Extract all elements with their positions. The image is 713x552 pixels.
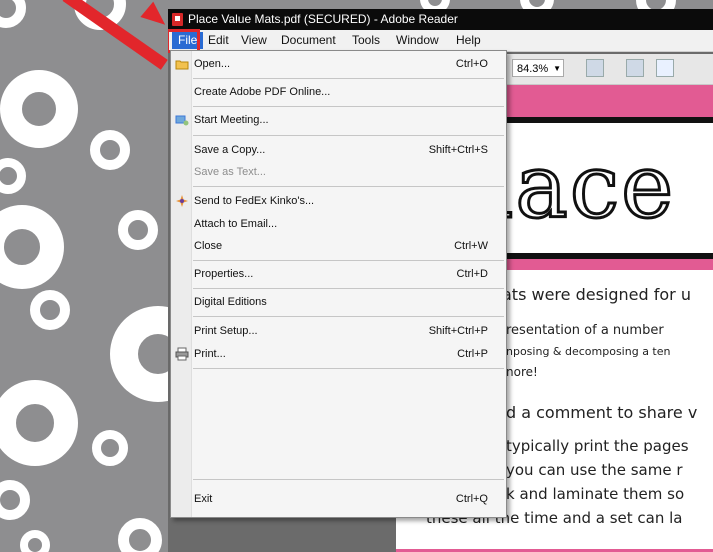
doc-line: nore! [506, 365, 538, 379]
fit-page-button[interactable] [656, 59, 674, 77]
menu-item-save-as-text: Save as Text... [171, 161, 506, 183]
menu-item-print[interactable]: Print... Ctrl+P [171, 343, 506, 365]
background-ring [20, 530, 50, 552]
menu-separator [193, 106, 504, 107]
menu-item-digital-editions[interactable]: Digital Editions [171, 291, 506, 313]
menu-item-label: Close [194, 240, 223, 252]
background-ring [90, 130, 130, 170]
menu-item-shortcut: Shift+Ctrl+P [428, 325, 488, 337]
doc-line: you can use the same r [506, 461, 683, 479]
menu-item-label: Exit [194, 493, 213, 505]
rotate-button[interactable] [586, 59, 604, 77]
menu-item-close[interactable]: Close Ctrl+W [171, 235, 506, 257]
title-bar: Place Value Mats.pdf (SECURED) - Adobe R… [168, 9, 713, 30]
doc-line: k and laminate them so [506, 485, 685, 503]
menu-item-shortcut: Ctrl+P [457, 348, 488, 360]
menu-edit[interactable]: Edit [202, 32, 235, 49]
menu-item-label: Save as Text... [194, 166, 266, 178]
menu-separator [193, 288, 504, 289]
zoom-select[interactable]: 84.3% ▼ [512, 59, 564, 77]
meeting-icon [175, 113, 189, 127]
menu-item-label: Send to FedEx Kinko's... [194, 195, 315, 207]
menu-window[interactable]: Window [390, 32, 445, 49]
menu-item-create-pdf-online[interactable]: Create Adobe PDF Online... [171, 81, 506, 103]
menu-separator [193, 479, 504, 480]
menu-view[interactable]: View [235, 32, 273, 49]
fedex-icon [175, 194, 189, 208]
printer-icon [175, 347, 189, 361]
menu-item-label: Print... [194, 348, 226, 360]
doc-line: resentation of a number [506, 323, 664, 338]
menu-separator [193, 316, 504, 317]
menu-item-properties[interactable]: Properties... Ctrl+D [171, 263, 506, 285]
menu-item-start-meeting[interactable]: Start Meeting... [171, 109, 506, 131]
menu-item-exit[interactable]: Exit Ctrl+Q [171, 488, 506, 510]
menu-document[interactable]: Document [275, 32, 342, 49]
menu-item-print-setup[interactable]: Print Setup... Shift+Ctrl+P [171, 320, 506, 342]
folder-icon [175, 57, 189, 71]
menu-item-shortcut: Ctrl+O [455, 58, 488, 70]
menu-item-shortcut: Ctrl+W [454, 240, 488, 252]
menu-item-label: Print Setup... [194, 325, 258, 337]
menu-separator [193, 260, 504, 261]
adobe-reader-icon [172, 13, 183, 26]
menu-bar: File Edit View Document Tools Window Hel… [168, 29, 713, 53]
menu-item-save-copy[interactable]: Save a Copy... Shift+Ctrl+S [171, 139, 506, 161]
doc-line: d a comment to share v [506, 403, 698, 422]
menu-item-shortcut: Shift+Ctrl+S [428, 144, 488, 156]
menu-separator [193, 186, 504, 187]
doc-line: nposing & decomposing a ten [506, 345, 671, 358]
doc-line: ats were designed for u [502, 285, 691, 304]
background-ring [0, 158, 26, 194]
toolbar: 84.3% ▼ [498, 54, 713, 85]
background-ring [118, 518, 162, 552]
menu-tools[interactable]: Tools [346, 32, 386, 49]
menu-item-label: Create Adobe PDF Online... [194, 86, 331, 98]
doc-line: typically print the pages [506, 437, 689, 455]
menu-item-attach-email[interactable]: Attach to Email... [171, 213, 506, 235]
menu-separator [193, 78, 504, 79]
menu-help[interactable]: Help [450, 32, 487, 49]
menu-item-label: Digital Editions [194, 296, 267, 308]
background-ring [0, 0, 26, 28]
chevron-down-icon: ▼ [553, 64, 561, 73]
zoom-value: 84.3% [517, 63, 549, 75]
menu-item-shortcut: Ctrl+D [456, 268, 488, 280]
fit-width-button[interactable] [626, 59, 644, 77]
menu-item-open[interactable]: Open... Ctrl+O [171, 53, 506, 75]
menu-item-label: Attach to Email... [194, 218, 278, 230]
file-menu-dropdown: Open... Ctrl+O Create Adobe PDF Online..… [170, 50, 507, 518]
background-ring [0, 205, 64, 289]
window-title: Place Value Mats.pdf (SECURED) - Adobe R… [188, 12, 458, 26]
background-ring [92, 430, 128, 466]
menu-item-label: Start Meeting... [194, 114, 269, 126]
background-ring [0, 480, 30, 520]
background-ring [30, 290, 70, 330]
menu-item-send-fedex[interactable]: Send to FedEx Kinko's... [171, 190, 506, 212]
background-ring [0, 70, 78, 148]
background-ring [118, 210, 158, 250]
menu-item-label: Open... [194, 58, 231, 70]
menu-item-shortcut: Ctrl+Q [455, 493, 488, 505]
menu-separator [193, 368, 504, 369]
menu-separator [193, 135, 504, 136]
menu-item-label: Save a Copy... [194, 144, 266, 156]
menu-item-label: Properties... [194, 268, 254, 280]
background-ring [0, 380, 78, 466]
